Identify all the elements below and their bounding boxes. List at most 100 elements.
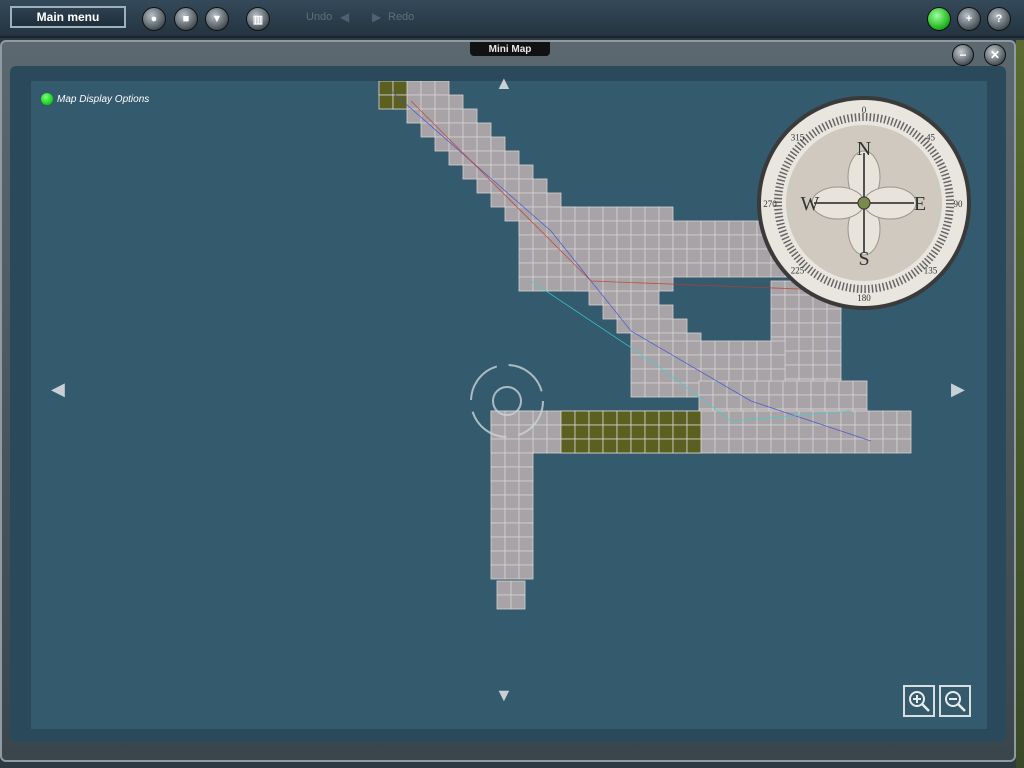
map-tile — [490, 150, 506, 166]
map-tile — [504, 178, 520, 194]
map-tile — [588, 262, 604, 278]
zoom-in-icon — [909, 691, 930, 712]
map-tile — [714, 248, 730, 264]
map-tile — [532, 262, 548, 278]
map-tile — [852, 394, 868, 410]
map-tile — [644, 206, 660, 222]
map-tile — [798, 424, 814, 440]
map-tile — [826, 364, 842, 380]
crosshair-icon — [470, 364, 544, 438]
map-tile — [630, 438, 646, 454]
map-tile — [490, 508, 506, 524]
map-tile — [700, 340, 716, 356]
map-tile — [588, 438, 604, 454]
minimize-button[interactable]: − — [952, 44, 974, 66]
map-tile — [504, 564, 520, 580]
map-tile — [392, 94, 408, 110]
map-tile — [700, 234, 716, 250]
zoom-out-button[interactable] — [939, 685, 971, 717]
map-tile — [476, 136, 492, 152]
map-tile — [532, 178, 548, 194]
map-tile — [504, 192, 520, 208]
driver-icon[interactable]: ● — [142, 7, 166, 31]
map-tile — [504, 164, 520, 180]
map-tile — [490, 192, 506, 208]
map-tile — [686, 424, 702, 440]
redo-button[interactable]: Redo — [388, 11, 414, 23]
scroll-left-arrow[interactable]: ◀ — [51, 379, 65, 400]
filter-icon[interactable]: ▼ — [205, 7, 229, 31]
compass-icon: N S E W 0 45 90 135 180 225 270 315 — [757, 96, 971, 310]
map-tile — [644, 304, 660, 320]
map-tile — [700, 438, 716, 454]
map-tile — [712, 394, 728, 410]
map-tile — [630, 318, 646, 334]
map-tile — [644, 220, 660, 236]
map-tile — [714, 424, 730, 440]
status-light-icon[interactable] — [927, 7, 951, 31]
map-tile — [616, 304, 632, 320]
undo-button[interactable]: Undo — [306, 11, 332, 23]
map-tile — [588, 248, 604, 264]
scroll-up-arrow[interactable]: ▲ — [495, 73, 513, 94]
map-tile — [658, 354, 674, 370]
close-button[interactable]: ✕ — [984, 44, 1006, 66]
map-tile — [476, 150, 492, 166]
main-menu-button[interactable]: Main menu — [10, 6, 126, 28]
compass-degree-label: 135 — [924, 265, 938, 275]
map-tile — [504, 466, 520, 482]
map-tile — [726, 394, 742, 410]
map-tile — [658, 220, 674, 236]
map-tile — [812, 336, 828, 352]
map-tile — [714, 438, 730, 454]
map-tile — [728, 248, 744, 264]
map-tile — [742, 410, 758, 426]
map-tile — [602, 234, 618, 250]
map-tile — [686, 262, 702, 278]
map-tile — [462, 136, 478, 152]
compass-west: W — [801, 193, 820, 215]
map-tile — [490, 480, 506, 496]
window-title: Mini Map — [470, 42, 550, 56]
map-tile — [672, 368, 688, 384]
map-tile — [672, 340, 688, 356]
map-tile — [518, 452, 534, 468]
map-tile — [728, 424, 744, 440]
map-tile — [588, 234, 604, 250]
scroll-down-arrow[interactable]: ▼ — [495, 685, 513, 706]
help-button[interactable]: ? — [987, 7, 1011, 31]
map-tile — [574, 438, 590, 454]
map-tile — [616, 318, 632, 334]
map-tile — [896, 424, 912, 440]
map-tile — [504, 452, 520, 468]
map-tile — [616, 438, 632, 454]
zoom-in-button[interactable] — [903, 685, 935, 717]
map-tile — [784, 424, 800, 440]
map-canvas[interactable]: Map Display Options N S E W 0 45 90 135 … — [30, 73, 988, 730]
map-tile — [784, 322, 800, 338]
top-toolbar: Main menu ● ■ ▼ ▥ Undo ◀ ▶ Redo + ? — [0, 0, 1024, 38]
map-tile — [826, 438, 842, 454]
map-tile — [574, 220, 590, 236]
map-tile — [518, 508, 534, 524]
scroll-right-arrow[interactable]: ▶ — [951, 379, 965, 400]
map-tile — [518, 220, 534, 236]
map-tile — [602, 438, 618, 454]
compass-degree-label: 315 — [791, 133, 805, 143]
map-tile — [740, 380, 756, 396]
map-tile — [560, 410, 576, 426]
map-tile — [838, 394, 854, 410]
stop-icon[interactable]: ■ — [174, 7, 198, 31]
map-tile — [770, 322, 786, 338]
map-tile — [546, 220, 562, 236]
add-button[interactable]: + — [957, 7, 981, 31]
map-tile — [546, 262, 562, 278]
track-grid-icon[interactable]: ▥ — [246, 7, 270, 31]
map-tile — [754, 380, 770, 396]
map-tile — [448, 122, 464, 138]
map-tile — [812, 322, 828, 338]
map-tile — [546, 234, 562, 250]
mini-map-window: Mini Map − ✕ Map Display Options N S E W… — [0, 40, 1016, 762]
map-tile — [756, 424, 772, 440]
map-tile — [616, 290, 632, 306]
